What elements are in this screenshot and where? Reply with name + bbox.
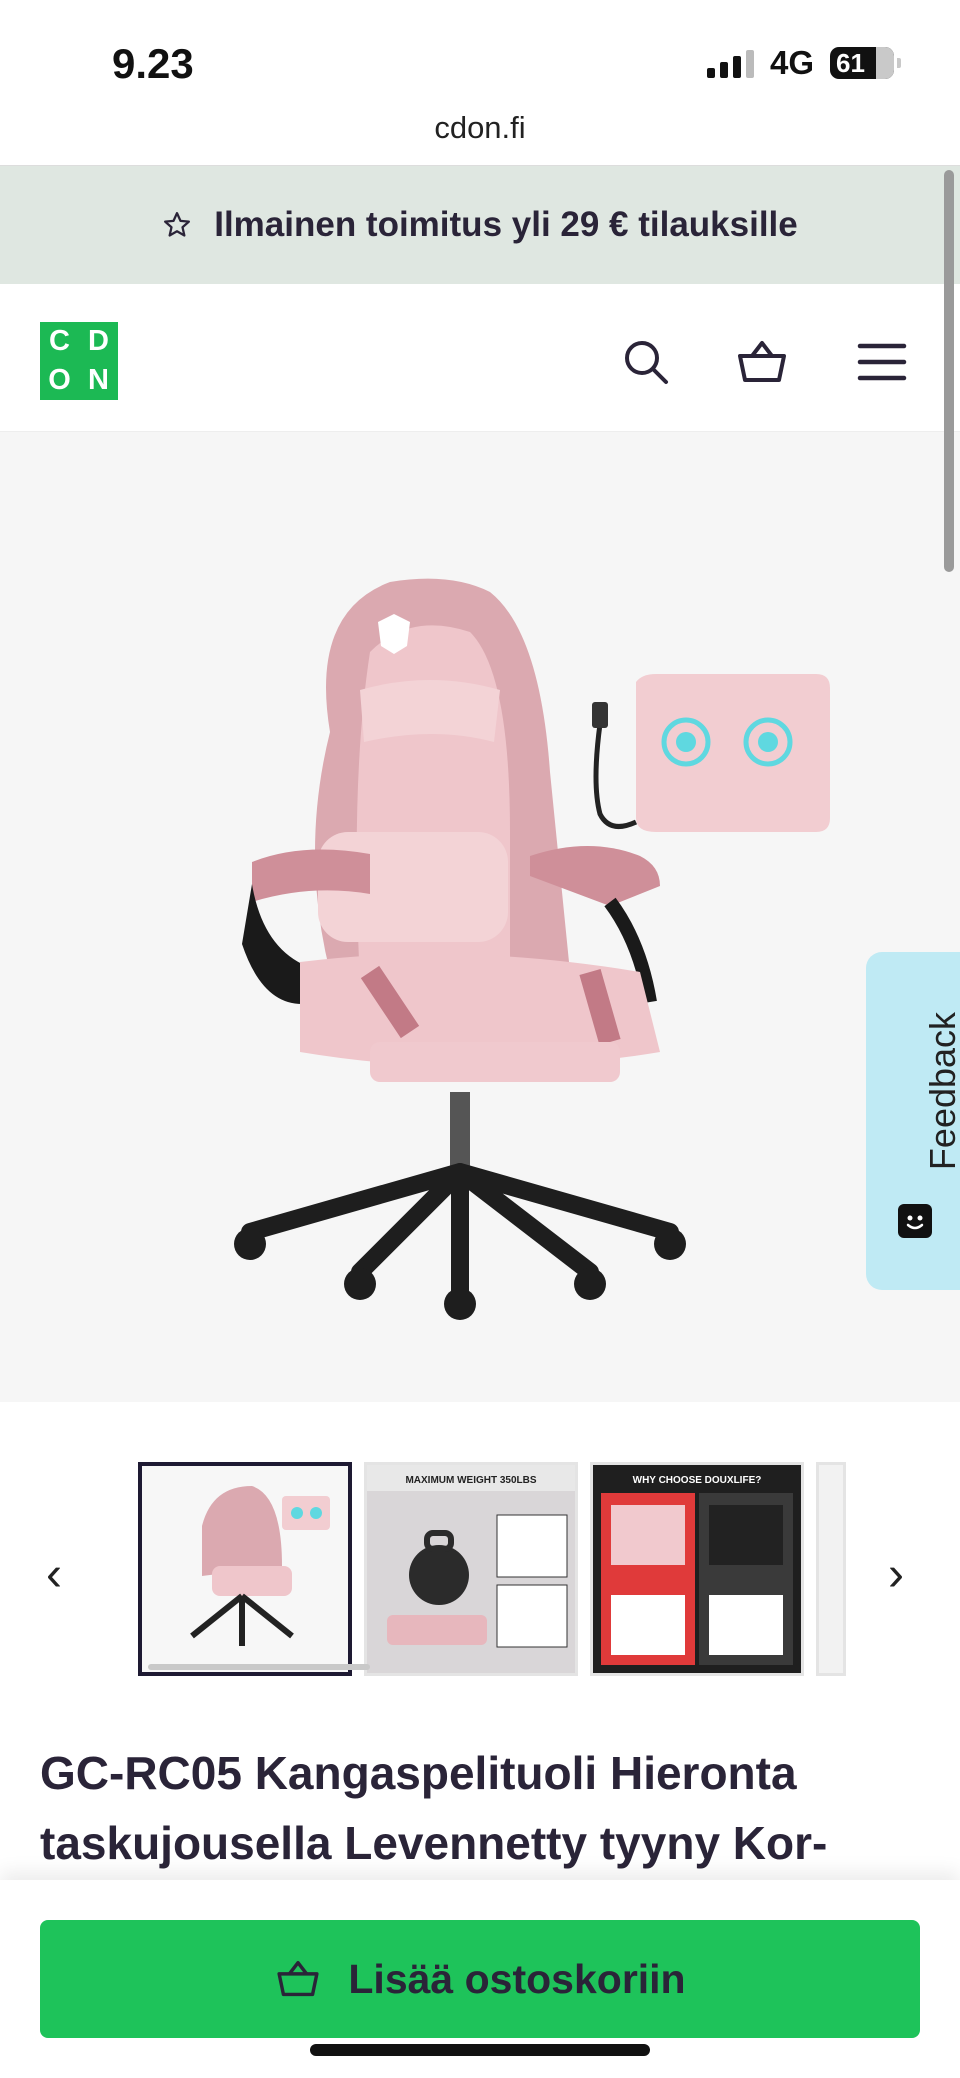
- site-header: C D O N: [0, 284, 960, 432]
- thumb-next-partial[interactable]: [816, 1462, 846, 1676]
- menu-icon[interactable]: [854, 334, 910, 390]
- status-time: 9.23: [112, 40, 194, 87]
- home-indicator[interactable]: [310, 2044, 650, 2056]
- massage-cushion-image: [592, 674, 830, 832]
- thumb-chair-main[interactable]: [138, 1462, 352, 1676]
- add-to-cart-button[interactable]: Lisää ostoskoriin: [40, 1920, 920, 2038]
- network-type: 4G: [769, 44, 814, 81]
- basket-icon: [277, 1961, 319, 1997]
- product-image[interactable]: [230, 532, 840, 1362]
- logo-letter: O: [48, 364, 71, 396]
- logo-letter: D: [88, 325, 109, 357]
- chevron-left-icon[interactable]: ‹: [46, 1547, 62, 1602]
- page-scrollbar[interactable]: [944, 170, 954, 572]
- search-icon[interactable]: [618, 334, 674, 390]
- product-title: GC-RC05 Kangaspelituoli Hieronta taskujo…: [40, 1747, 828, 1869]
- promo-banner: Ilmainen toimitus yli 29 € tilauksille: [0, 166, 960, 284]
- logo-letter: N: [88, 364, 109, 396]
- star-icon: [164, 212, 191, 237]
- thumb-max-weight[interactable]: MAXIMUM WEIGHT 350LBS: [364, 1462, 578, 1676]
- status-bar: 9.23 4G 61: [0, 0, 960, 110]
- feedback-tab[interactable]: Feedback: [866, 952, 960, 1290]
- signal-icon: [706, 48, 754, 78]
- feedback-icon: [898, 1204, 932, 1238]
- thumb-caption: WHY CHOOSE DOUXLIFE?: [633, 1475, 762, 1486]
- battery-level: 61: [836, 47, 865, 78]
- product-gallery[interactable]: [0, 432, 960, 1402]
- thumb-why-choose[interactable]: WHY CHOOSE DOUXLIFE?: [590, 1462, 804, 1676]
- battery-icon: 61: [830, 47, 901, 79]
- add-to-cart-label: Lisää ostoskoriin: [348, 1955, 686, 2002]
- feedback-label: Feedback: [922, 1011, 960, 1171]
- thumb-caption: MAXIMUM WEIGHT 350LBS: [405, 1475, 536, 1486]
- chevron-right-icon[interactable]: ›: [888, 1547, 904, 1602]
- promo-text: Ilmainen toimitus yli 29 € tilauksille: [214, 205, 798, 244]
- status-indicators: 4G 61: [706, 44, 901, 82]
- thumbnail-carousel: ‹ MAXIMUM WEIGHT 350LBS WHY CHOOSE DOUXL…: [0, 1402, 960, 1692]
- url-bar[interactable]: cdon.fi: [0, 110, 960, 166]
- cdon-logo[interactable]: C D O N: [40, 322, 118, 400]
- url-text: cdon.fi: [434, 110, 526, 145]
- thumbnail-scrollbar[interactable]: [148, 1664, 370, 1670]
- basket-icon[interactable]: [734, 334, 790, 390]
- logo-letter: C: [49, 325, 70, 357]
